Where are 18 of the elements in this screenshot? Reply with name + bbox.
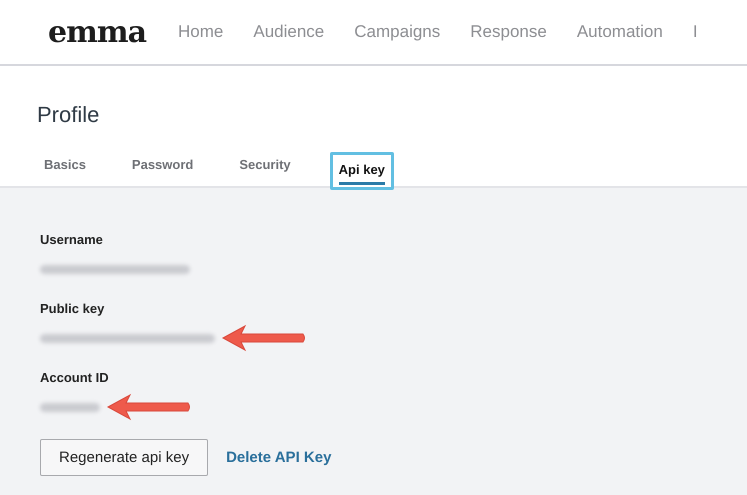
tab[interactable]: Security [232, 146, 298, 186]
nav-link[interactable]: Response [470, 22, 547, 42]
nav-link[interactable]: Audience [253, 22, 324, 42]
nav-link[interactable]: Home [178, 22, 224, 42]
tab[interactable]: Api key [330, 152, 394, 190]
logo[interactable]: emma [48, 14, 146, 50]
tab[interactable]: Basics [37, 146, 93, 186]
delete-link[interactable]: Delete API Key [226, 449, 332, 466]
field-label: Username [40, 232, 104, 247]
regenerate-button[interactable]: Regenerate api key [40, 439, 208, 476]
page-title: Profile [37, 102, 100, 128]
field-label: Public key [40, 301, 106, 316]
nav-link[interactable]: I [692, 22, 698, 42]
nav-link[interactable]: Campaigns [354, 22, 440, 42]
field-label: Account ID [40, 370, 110, 385]
blurred-value [40, 402, 100, 412]
nav-link[interactable]: Automation [576, 22, 663, 42]
tab[interactable]: Password [124, 146, 200, 186]
